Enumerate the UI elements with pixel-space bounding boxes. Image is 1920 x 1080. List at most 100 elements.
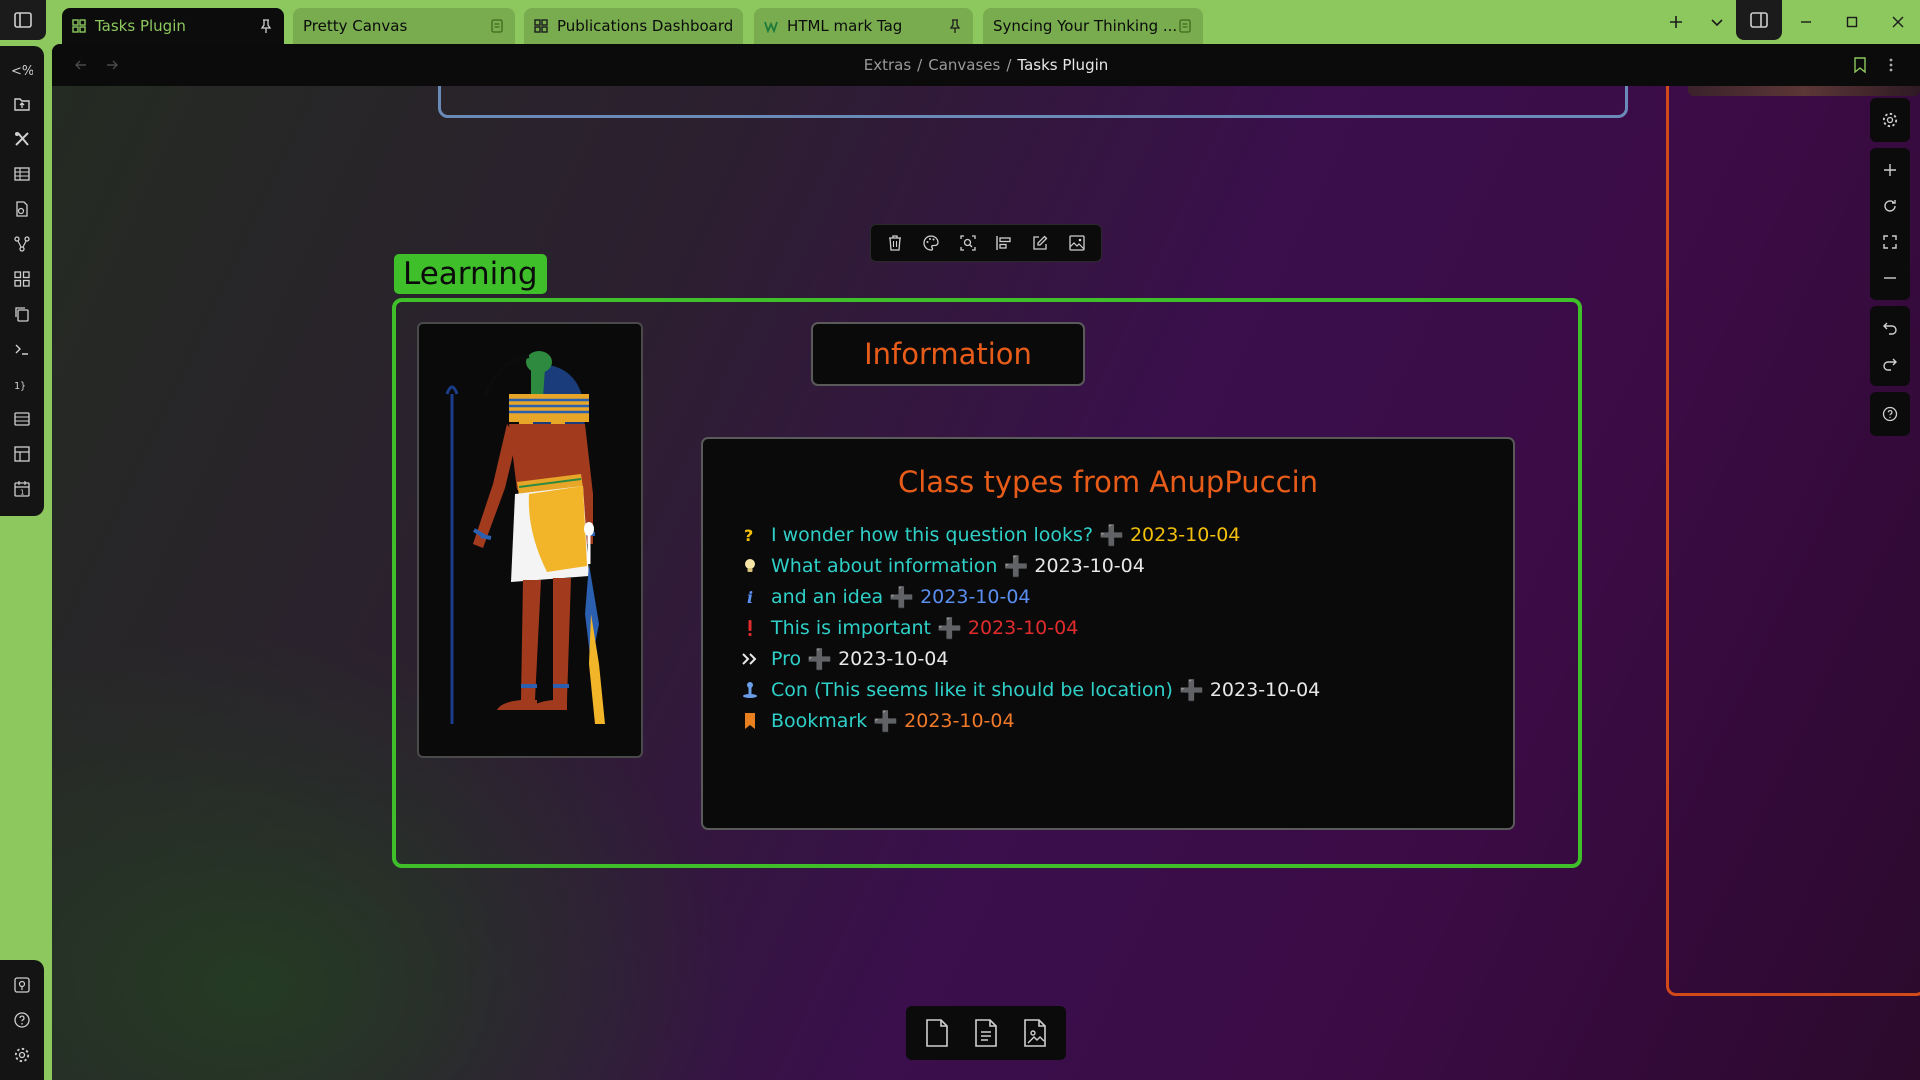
add-media-button[interactable] (1017, 1015, 1053, 1051)
list-add-icon (14, 412, 30, 426)
ribbon-button-tools[interactable] (10, 127, 34, 151)
svg-text:?: ? (744, 526, 753, 544)
vault-switcher-button[interactable] (10, 973, 34, 997)
canvas-controls (1870, 98, 1910, 442)
task-item-bookmark[interactable]: Bookmark ➕ 2023-10-04 (739, 705, 1320, 736)
ribbon-button-graph[interactable] (10, 232, 34, 256)
ribbon-button-file-search[interactable] (10, 197, 34, 221)
ribbon-button-grid[interactable] (10, 267, 34, 291)
left-ribbon-bottom (0, 960, 44, 1080)
ribbon-button-templater[interactable]: <% (10, 58, 34, 82)
task-item-con[interactable]: Con (This seems like it should be locati… (739, 674, 1320, 705)
task-item-important[interactable]: This is important ➕ 2023-10-04 (739, 612, 1320, 643)
close-window-button[interactable] (1884, 8, 1912, 36)
tab-list-button[interactable] (1703, 8, 1731, 36)
file-image-icon (1024, 1019, 1047, 1047)
tab-pretty-canvas[interactable]: Pretty Canvas (293, 8, 515, 44)
ribbon-button-layout[interactable] (10, 442, 34, 466)
zoom-selection-icon (960, 235, 976, 251)
bookmark-icon (1854, 57, 1866, 73)
tab-tasks-plugin[interactable]: Tasks Plugin (62, 8, 284, 44)
task-item-question[interactable]: ? I wonder how this question looks? ➕ 20… (739, 519, 1320, 550)
task-item-idea[interactable]: i and an idea ➕ 2023-10-04 (739, 581, 1320, 612)
svg-text:i: i (747, 588, 753, 606)
refresh-icon (1884, 200, 1896, 212)
ribbon-button-open-folder[interactable] (10, 92, 34, 116)
breadcrumb-item[interactable]: Canvases (928, 56, 1000, 74)
ribbon-button-list-add[interactable] (10, 407, 34, 431)
add-card-button[interactable] (919, 1015, 955, 1051)
minimize-button[interactable] (1792, 8, 1820, 36)
delete-node-button[interactable] (883, 231, 907, 255)
reset-zoom-button[interactable] (1870, 188, 1910, 224)
copy-icon (15, 307, 29, 322)
canvas-group-top[interactable] (438, 86, 1628, 118)
more-vertical-icon (1889, 58, 1893, 72)
tab-publications-dashboard[interactable]: Publications Dashboard (524, 8, 743, 44)
undo-button[interactable] (1870, 310, 1910, 346)
double-chevron-icon (739, 648, 761, 670)
color-node-button[interactable] (919, 231, 943, 255)
right-sidebar-toggle-button[interactable] (1736, 0, 1782, 40)
set-background-button[interactable] (1065, 231, 1089, 255)
more-options-button[interactable] (1880, 54, 1902, 76)
ribbon-button-terminal[interactable] (10, 337, 34, 361)
canvas-card-menu (906, 1006, 1066, 1060)
breadcrumb-separator: / (1006, 56, 1012, 74)
image-node[interactable] (417, 322, 643, 758)
maximize-button[interactable] (1838, 8, 1866, 36)
node-toolbar (870, 224, 1102, 262)
edit-node-button[interactable] (1028, 231, 1052, 255)
class-types-node[interactable]: Class types from AnupPuccin ? I wonder h… (701, 437, 1515, 830)
zoom-to-node-button[interactable] (956, 231, 980, 255)
task-item-information[interactable]: What about information ➕ 2023-10-04 (739, 550, 1320, 581)
canvas-area[interactable]: Learning Information Class types from An… (52, 86, 1920, 1080)
tab-title: Tasks Plugin (95, 17, 186, 35)
pin-icon[interactable] (258, 18, 274, 34)
tab-syncing-your-thinking[interactable]: Syncing Your Thinking ... (983, 8, 1203, 44)
canvas-zoom-group (1870, 148, 1910, 300)
new-tab-button[interactable] (1662, 8, 1690, 36)
canvas-help-button[interactable] (1870, 396, 1910, 432)
templater-icon: <% (11, 64, 33, 78)
ribbon-button-table[interactable] (10, 162, 34, 186)
breadcrumb-separator: / (917, 56, 923, 74)
open-folder-icon (14, 98, 30, 111)
grid-icon (14, 271, 30, 287)
view-header: Extras / Canvases / Tasks Plugin (52, 44, 1920, 86)
redo-icon (1883, 358, 1897, 371)
tab-html-mark-tag[interactable]: HTML mark Tag (754, 8, 973, 44)
pin-icon[interactable] (947, 18, 963, 34)
bookmark-icon (739, 710, 761, 732)
canvas-settings-button[interactable] (1870, 102, 1910, 138)
canvas-help-group (1870, 392, 1910, 436)
group-label[interactable]: Learning (394, 254, 547, 294)
help-icon (1882, 406, 1898, 422)
lightbulb-icon (739, 555, 761, 577)
plus-icon: ➕ (1178, 677, 1204, 702)
zoom-out-button[interactable] (1870, 260, 1910, 296)
add-note-button[interactable] (968, 1015, 1004, 1051)
calendar-icon: 1 (14, 481, 30, 497)
redo-button[interactable] (1870, 346, 1910, 382)
align-nodes-button[interactable] (992, 231, 1016, 255)
task-date: 2023-10-04 (1034, 554, 1145, 577)
help-button[interactable] (10, 1008, 34, 1032)
information-node[interactable]: Information (811, 322, 1085, 386)
ribbon-button-hash[interactable]: 1} (10, 372, 34, 396)
tools-icon (15, 132, 29, 146)
tab-title: HTML mark Tag (787, 17, 903, 35)
fullscreen-icon (1883, 235, 1897, 249)
file-search-icon (16, 201, 28, 217)
settings-button[interactable] (10, 1043, 34, 1067)
ribbon-button-calendar[interactable]: 1 (10, 477, 34, 501)
table-icon (14, 167, 30, 181)
zoom-to-fit-button[interactable] (1870, 224, 1910, 260)
breadcrumb-item[interactable]: Extras (864, 56, 911, 74)
zoom-in-button[interactable] (1870, 152, 1910, 188)
ribbon-button-copy[interactable] (10, 302, 34, 326)
task-item-pro[interactable]: Pro ➕ 2023-10-04 (739, 643, 1320, 674)
breadcrumb-current[interactable]: Tasks Plugin (1017, 56, 1108, 74)
left-sidebar-toggle-button[interactable] (0, 0, 46, 40)
bookmark-button[interactable] (1849, 54, 1871, 76)
